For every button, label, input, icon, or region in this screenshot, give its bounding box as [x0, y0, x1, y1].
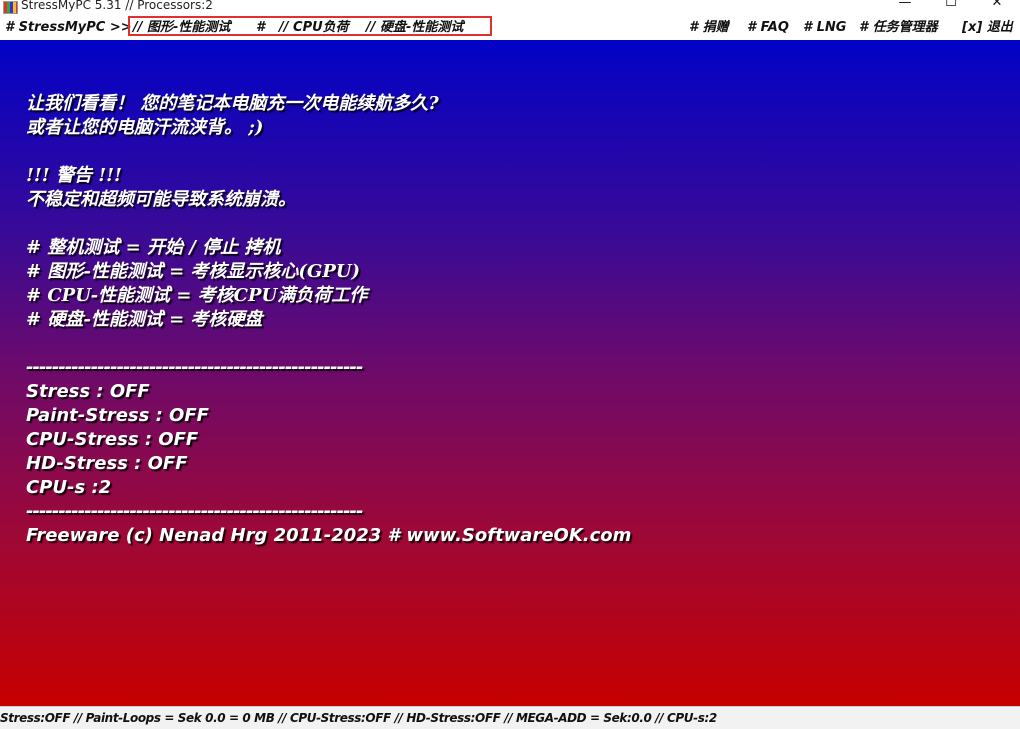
- menu-lng[interactable]: # LNG: [803, 19, 846, 37]
- main-display-area: 让我们看看！ 您的笔记本电脑充一次电能续航多久? 或者让您的电脑汗流浃背。 ;)…: [0, 40, 1020, 706]
- intro-line-1: 让我们看看！ 您的笔记本电脑充一次电能续航多久?: [26, 93, 439, 114]
- menu-donate[interactable]: # 捐赠: [689, 19, 729, 37]
- menu-faq[interactable]: # FAQ: [747, 19, 789, 37]
- help-cpu-stress: # CPU-性能测试 = 考核CPU满负荷工作: [26, 285, 368, 306]
- status-cpus: CPU-s :2: [26, 477, 112, 498]
- help-disk-stress: # 硬盘-性能测试 = 考核硬盘: [26, 309, 263, 330]
- maximize-button[interactable]: ☐: [928, 0, 974, 14]
- help-paint-stress: # 图形-性能测试 = 考核显示核心(GPU): [26, 261, 361, 282]
- menu-highlight-box: [128, 16, 492, 36]
- menu-stressmypc[interactable]: # StressMyPC >>: [5, 19, 132, 37]
- menu-task-manager[interactable]: # 任务管理器: [859, 19, 938, 37]
- status-bar: Stress:OFF // Paint-Loops = Sek 0.0 = 0 …: [0, 706, 1020, 729]
- warning-text: 不稳定和超频可能导致系统崩溃。: [26, 189, 296, 210]
- status-hd-stress: HD-Stress : OFF: [26, 453, 188, 474]
- status-stress: Stress : OFF: [26, 381, 150, 402]
- copyright-footer: Freeware (c) Nenad Hrg 2011-2023 # www.S…: [26, 525, 632, 546]
- divider-top: ----------------------------------------…: [26, 357, 363, 378]
- close-button[interactable]: ✕: [974, 0, 1020, 14]
- app-icon: [3, 1, 18, 14]
- minimize-button[interactable]: —: [882, 0, 928, 14]
- intro-line-2: 或者让您的电脑汗流浃背。 ;): [26, 117, 264, 138]
- stressmypc-window: StressMyPC 5.31 // Processors:2 — ☐ ✕ # …: [0, 0, 1020, 729]
- help-stress: # 整机测试 = 开始 / 停止 拷机: [26, 237, 281, 258]
- warning-title: !!! 警告 !!!: [26, 165, 122, 186]
- divider-bottom: ----------------------------------------…: [26, 501, 363, 522]
- menu-exit[interactable]: [x] 退出: [962, 19, 1013, 37]
- window-title: StressMyPC 5.31 // Processors:2: [21, 0, 213, 12]
- status-bar-text: Stress:OFF // Paint-Loops = Sek 0.0 = 0 …: [0, 711, 717, 725]
- status-paint-stress: Paint-Stress : OFF: [26, 405, 209, 426]
- status-cpu-stress: CPU-Stress : OFF: [26, 429, 199, 450]
- menu-bar: # StressMyPC >> // 图形-性能测试 # // CPU负荷 //…: [0, 16, 1020, 40]
- title-bar[interactable]: StressMyPC 5.31 // Processors:2 — ☐ ✕: [0, 0, 1020, 16]
